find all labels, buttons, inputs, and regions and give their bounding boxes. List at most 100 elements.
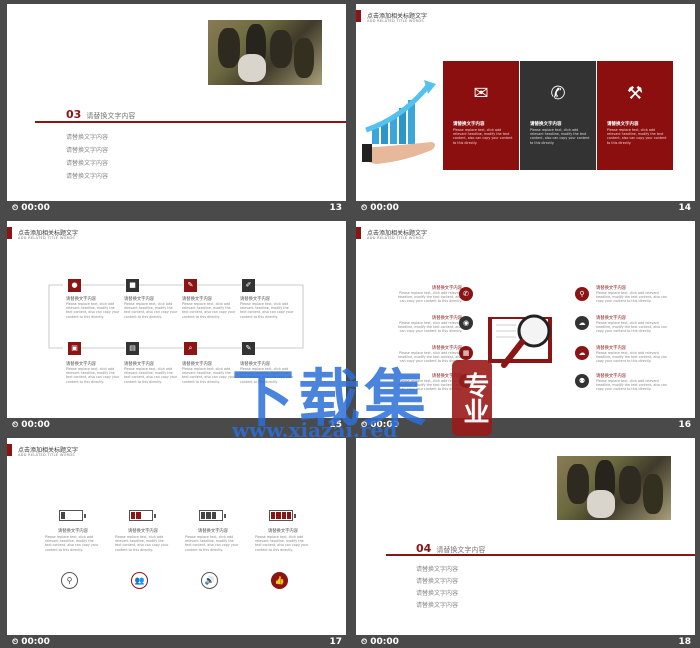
- list-item: 请替换文字内容: [66, 173, 109, 180]
- list-item: 请替换文字内容: [416, 590, 459, 597]
- search-icon: ⌕: [184, 342, 197, 355]
- battery-title: 请替换文字内容: [127, 529, 159, 534]
- magnifier-book-icon: [488, 314, 552, 368]
- info-card[interactable]: ✉ 请替换文字内容 Please replace text, click add…: [443, 61, 519, 170]
- info-card[interactable]: ✆ 请替换文字内容 Please replace text, click add…: [520, 61, 596, 170]
- battery-text: Please replace text, click add relevant …: [115, 535, 169, 552]
- line-list: 请替换文字内容 请替换文字内容 请替换文字内容 请替换文字内容: [66, 131, 108, 183]
- header-subtitle: ADD RELATED TITLE WORDS: [367, 236, 424, 240]
- users-icon[interactable]: 👥: [131, 572, 148, 589]
- slide-number: 14: [678, 203, 691, 213]
- slide-18[interactable]: 04 请替换文字内容 请替换文字内容 请替换文字内容 请替换文字内容 请替换文字…: [356, 438, 695, 635]
- header-mark: [356, 10, 361, 22]
- globe-icon: ◉: [459, 316, 473, 330]
- section-title: 请替换文字内容: [436, 546, 486, 554]
- calendar-icon: ▦: [459, 346, 473, 360]
- list-item: 请替换文字内容: [416, 602, 459, 609]
- slide-17-footer: ⏲ 00:00 17: [7, 635, 346, 648]
- slide-time: 00:00: [21, 420, 50, 430]
- users-icon: ⚉: [575, 374, 589, 388]
- step-item: 请替换文字内容 Please replace text, click add r…: [66, 362, 120, 384]
- lock-icon: ■: [126, 279, 139, 292]
- step-item: 请替换文字内容 Please replace text, click add r…: [240, 297, 294, 319]
- briefcase-icon: ▣: [68, 342, 81, 355]
- pencil-icon: ✐: [242, 279, 255, 292]
- slide-17[interactable]: 点击添加相关标题文字 ADD RELATED TITLE WORDS 请替换文字…: [7, 438, 346, 635]
- battery-title: 请替换文字内容: [197, 529, 229, 534]
- phone-icon: ✆: [459, 287, 473, 301]
- header-subtitle: ADD RELATED TITLE WORDS: [18, 453, 75, 457]
- cloud-icon: ☁: [575, 316, 589, 330]
- speaker-icon[interactable]: 🔊: [201, 572, 218, 589]
- battery-title: 请替换文字内容: [57, 529, 89, 534]
- slide-18-footer: ⏲ 00:00 18: [356, 635, 695, 648]
- card-title: 请替换文字内容: [607, 122, 639, 127]
- battery-item: 请替换文字内容 Please replace text, click add re…: [45, 510, 101, 552]
- clock-icon: ⏲: [361, 637, 368, 646]
- slide-time: 00:00: [370, 203, 399, 213]
- battery-icon: [59, 510, 86, 521]
- thumbs-up-icon[interactable]: 👍: [271, 572, 288, 589]
- card-title: 请替换文字内容: [453, 122, 485, 127]
- list-item: 请替换文字内容: [66, 147, 109, 154]
- list-item: 请替换文字内容: [416, 578, 459, 585]
- watermark-url: www.xiazai.red: [232, 418, 398, 442]
- clock-icon: ⏲: [12, 420, 19, 429]
- list-item: 请替换文字内容: [66, 160, 109, 167]
- section-number: 03: [66, 108, 82, 121]
- step-item: 请替换文字内容 Please replace text, click add r…: [182, 362, 236, 384]
- info-card[interactable]: ⚒ 请替换文字内容 Please replace text, click add…: [597, 61, 673, 170]
- card-text: Please replace text, click add relevant …: [530, 128, 590, 145]
- envelope-icon: ✉: [473, 83, 489, 104]
- phone-icon: ✆: [550, 83, 566, 104]
- location-icon: ⚲: [575, 287, 589, 301]
- list-item: 请替换文字内容 Please replace text, click add r…: [596, 316, 667, 334]
- section-title: 请替换文字内容: [86, 112, 136, 120]
- step-item: 请替换文字内容 Please replace text, click add r…: [66, 297, 120, 319]
- slide-number: 16: [678, 420, 691, 430]
- list-item: 请替换文字内容: [416, 566, 459, 573]
- slide-number: 18: [678, 637, 691, 647]
- clock-icon: ⏲: [12, 203, 19, 212]
- section-heading: 04 请替换文字内容: [416, 537, 485, 556]
- team-photo: [557, 456, 671, 520]
- slide-14[interactable]: 点击添加相关标题文字 ADD RELATED TITLE WORDS ✉ 请替换…: [356, 4, 695, 201]
- battery-icon: [199, 510, 226, 521]
- card-title: 请替换文字内容: [530, 122, 562, 127]
- watermark-seal: 专业: [452, 360, 492, 436]
- list-item: 请替换文字内容 Please replace text, click add r…: [596, 346, 667, 364]
- slide-time: 00:00: [21, 637, 50, 647]
- section-number: 04: [416, 542, 432, 555]
- printer-icon: ▤: [126, 342, 139, 355]
- battery-text: Please replace text, click add relevant …: [255, 535, 309, 552]
- clock-icon: ⏲: [361, 203, 368, 212]
- section-heading: 03 请替换文字内容: [66, 103, 135, 122]
- clock-icon: ⏲: [12, 637, 19, 646]
- user-icon: ●: [68, 279, 81, 292]
- header-mark: [356, 227, 361, 239]
- line-list: 请替换文字内容 请替换文字内容 请替换文字内容 请替换文字内容: [416, 564, 458, 612]
- list-item: 请替换文字内容 Please replace text, click add r…: [397, 286, 462, 304]
- team-photo: [208, 20, 322, 85]
- step-item: 请替换文字内容 Please replace text, click add r…: [124, 362, 178, 384]
- battery-icon: [269, 510, 296, 521]
- slide-14-footer: ⏲ 00:00 14: [356, 201, 695, 217]
- battery-text: Please replace text, click add relevant …: [185, 535, 239, 552]
- slide-time: 00:00: [370, 637, 399, 647]
- slide-13[interactable]: 03 请替换文字内容 请替换文字内容 请替换文字内容 请替换文字内容 请替换文字…: [7, 4, 346, 201]
- battery-text: Please replace text, click add relevant …: [45, 535, 99, 552]
- slide-13-footer: ⏲ 00:00 13: [7, 201, 346, 217]
- slide-number: 17: [329, 637, 342, 647]
- wrench-icon: ✎: [184, 279, 197, 292]
- slide-number: 13: [329, 203, 342, 213]
- list-item: 请替换文字内容 Please replace text, click add r…: [596, 374, 667, 392]
- header-subtitle: ADD RELATED TITLE WORDS: [367, 19, 424, 23]
- cloud-icon: ☁: [575, 346, 589, 360]
- battery-item: 请替换文字内容 Please replace text, click add re…: [185, 510, 241, 552]
- search-icon[interactable]: ⚲: [61, 572, 78, 589]
- list-item: 请替换文字内容 Please replace text, click add r…: [596, 286, 667, 304]
- step-item: 请替换文字内容 Please replace text, click add r…: [124, 297, 178, 319]
- header-mark: [7, 444, 12, 456]
- battery-title: 请替换文字内容: [267, 529, 299, 534]
- battery-item: 请替换文字内容 Please replace text, click add re…: [255, 510, 311, 552]
